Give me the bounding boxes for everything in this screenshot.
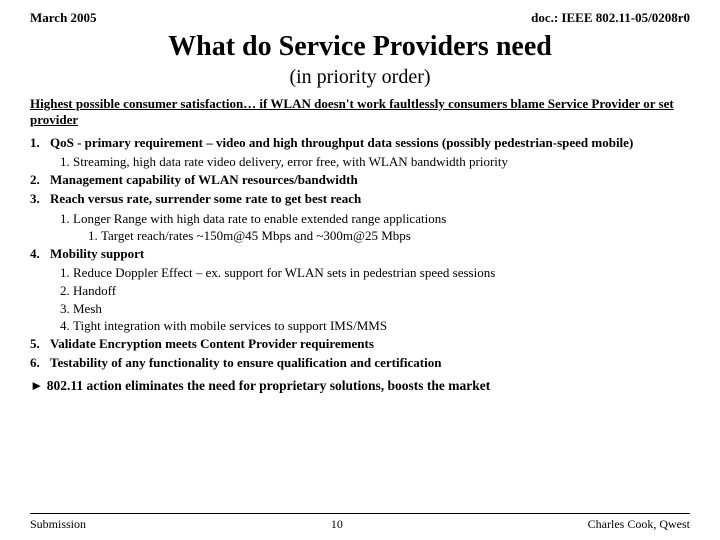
list-item: 3. Mesh (60, 300, 690, 318)
item-text: Validate Encryption meets Content Provid… (50, 335, 374, 353)
list-item: 1. Reduce Doppler Effect – ex. support f… (60, 264, 690, 282)
list-item: 1. Streaming, high data rate video deliv… (60, 153, 690, 171)
page: March 2005 doc.: IEEE 802.11-05/0208r0 W… (0, 0, 720, 540)
list-item: 4. Mobility support (30, 245, 690, 263)
item-text: Mobility support (50, 245, 144, 263)
header: March 2005 doc.: IEEE 802.11-05/0208r0 (30, 10, 690, 26)
footer: Submission 10 Charles Cook, Qwest (30, 513, 690, 532)
footer-center: 10 (331, 517, 343, 532)
sub-list: 1. Streaming, high data rate video deliv… (60, 153, 690, 171)
item-num: 4. (30, 245, 46, 263)
arrow-statement: ► 802.11 action eliminates the need for … (30, 377, 690, 395)
list-item: 4. Tight integration with mobile service… (60, 317, 690, 335)
item-num: 3. (30, 190, 46, 208)
content: 1. QoS - primary requirement – video and… (30, 134, 690, 509)
item-num: 5. (30, 335, 46, 353)
sub-list: 1. Reduce Doppler Effect – ex. support f… (60, 264, 690, 334)
list-item: 1. Longer Range with high data rate to e… (60, 210, 690, 228)
sub-title: (in priority order) (30, 64, 690, 90)
item-text: Management capability of WLAN resources/… (50, 171, 358, 189)
item-num: 2. (30, 171, 46, 189)
list-item: 6. Testability of any functionality to e… (30, 354, 690, 372)
sub-sub-list: 1. Target reach/rates ~150m@45 Mbps and … (88, 227, 690, 245)
list-item: 1. QoS - primary requirement – video and… (30, 134, 690, 152)
item-text: Reach versus rate, surrender some rate t… (50, 190, 361, 208)
list-item: 2. Management capability of WLAN resourc… (30, 171, 690, 189)
header-right: doc.: IEEE 802.11-05/0208r0 (531, 10, 690, 26)
list-item: 2. Handoff (60, 282, 690, 300)
footer-right: Charles Cook, Qwest (588, 517, 690, 532)
sub-list: 1. Longer Range with high data rate to e… (60, 210, 690, 245)
footer-left: Submission (30, 517, 86, 532)
title-block: What do Service Providers need (in prior… (30, 30, 690, 90)
item-num: 6. (30, 354, 46, 372)
header-left: March 2005 (30, 10, 97, 26)
item-text: QoS - primary requirement – video and hi… (50, 134, 633, 152)
item-num: 1. (30, 134, 46, 152)
list-item: 5. Validate Encryption meets Content Pro… (30, 335, 690, 353)
item-text: Testability of any functionality to ensu… (50, 354, 441, 372)
list-item: 3. Reach versus rate, surrender some rat… (30, 190, 690, 208)
main-title: What do Service Providers need (30, 30, 690, 64)
list-item: 1. Target reach/rates ~150m@45 Mbps and … (88, 227, 690, 245)
intro-text: Highest possible consumer satisfaction… … (30, 96, 690, 128)
